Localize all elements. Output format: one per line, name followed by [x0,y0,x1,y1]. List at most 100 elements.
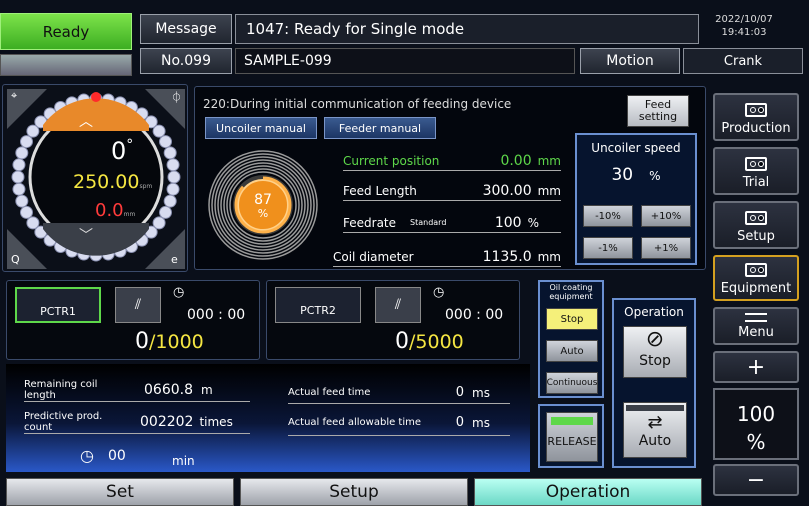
uncoiler-speed-panel: Uncoiler speed 30% -10% +10% -1% +1% [575,133,697,265]
actual-feed-time-row: Actual feed time 0 ms [288,382,510,404]
oil-continuous-button[interactable]: Continuous [546,372,598,394]
counter1-name[interactable]: PCTR1 [15,287,101,323]
operation-auto-button[interactable]: ⇄ Auto [623,402,687,458]
datetime: 2022/10/07 19:41:03 [679,13,809,43]
speed-plus-button[interactable]: + [713,351,799,383]
crank-marker [91,92,101,102]
q-icon[interactable]: Q [11,253,20,266]
timer-value: 00 [108,448,126,464]
counter2-reset-icon[interactable]: ⫽ [375,287,421,323]
release-button[interactable]: RELEASE [546,412,598,462]
oil-stop-button[interactable]: Stop [546,308,598,330]
uncoiler-manual-button[interactable]: Uncoiler manual [205,117,317,139]
oil-coating-title: Oil coating equipment [549,283,593,301]
speed-override-value: 100 [736,402,776,426]
production-icon [745,103,767,117]
feeder-info: 220:During initial communication of feed… [203,97,512,111]
dial-bead [20,135,34,149]
production-info-panel: Remaining coil length 0660.8 m Predictiv… [6,364,530,472]
counter1-time: 000 : 00 [187,307,246,323]
menu-button[interactable]: Menu [713,307,799,345]
program-number[interactable]: No.099 [140,48,232,74]
mode-equipment-button[interactable]: Equipment [713,255,799,301]
speed-minus-10-button[interactable]: -10% [583,205,633,227]
message-label: Message [140,14,232,44]
trial-icon [745,157,767,171]
coil-percent: 87% [254,192,272,220]
speed-override: 100 % [713,388,799,460]
dial-value: 0.0mm [95,200,136,221]
operation-panel: Operation ⊘ Stop ⇄ Auto [612,298,696,468]
motion-label: Motion [580,48,680,74]
release-lamp [551,417,593,425]
chevron-up-icon: ︿ [79,114,93,130]
coil-diameter-row[interactable]: Coil diameter 1135.0 mm [333,247,561,267]
feeder-panel: 220:During initial communication of feed… [194,86,706,270]
current-position-row: Current position 0.00 mm [343,151,561,171]
counter1-count: 0/1000 [135,329,204,354]
dial-bead [166,158,180,172]
chevron-down-icon: ﹀ [79,228,93,244]
equipment-icon [745,263,767,277]
dial-bead [12,158,26,172]
time: 19:41:03 [721,27,767,38]
dial-bead [15,146,29,160]
oil-auto-button[interactable]: Auto [546,340,598,362]
dial-bead [163,146,177,160]
dial-bead [163,194,177,208]
counter2-name[interactable]: PCTR2 [275,287,361,323]
mode-trial-button[interactable]: Trial [713,147,799,195]
speed-plus-1-button[interactable]: +1% [641,237,691,259]
crank-dial-panel: ︿ ﹀ 0° 250.00spm 0.0mm ⌖ ⏀ Q e [2,84,188,272]
dial-bead [26,216,40,230]
mode-setup-button[interactable]: Setup [713,201,799,249]
menu-icon [745,313,767,322]
date: 2022/10/07 [715,14,773,25]
tab-operation[interactable]: Operation [474,478,702,506]
crank-angle: 0° [111,137,134,165]
counter2-time: 000 : 00 [445,307,504,323]
remaining-coil-row: Remaining coil length 0660.8 m [24,378,250,402]
dial-bead [167,170,181,184]
feed-setting-button[interactable]: Feed setting [627,95,689,127]
dial-bead [158,205,172,219]
counter2-count: 0/5000 [395,329,464,354]
auto-lamp [626,405,684,411]
clock-icon: ◷ [173,285,185,300]
operation-stop-label: Stop [639,353,671,369]
speed-minus-button[interactable]: − [713,464,799,496]
speed-plus-10-button[interactable]: +10% [641,205,691,227]
message-text: 1047: Ready for Single mode [235,14,699,44]
dial-bead [11,170,25,184]
uncoiler-speed-value: 30% [611,165,661,185]
program-name: SAMPLE-099 [235,48,575,74]
tab-set[interactable]: Set [6,478,234,506]
status-indicator: Ready [0,13,132,50]
setup-icon [745,211,767,225]
dial-bead [158,135,172,149]
dial-bead [12,182,26,196]
uncoiler-speed-title: Uncoiler speed [591,141,681,155]
predictive-count-row: Predictive prod. count 002202 times [24,410,250,434]
dial-bead [15,194,29,208]
dial-bead [152,124,166,138]
operation-stop-button[interactable]: ⊘ Stop [623,326,687,378]
tab-setup[interactable]: Setup [240,478,468,506]
feeder-manual-button[interactable]: Feeder manual [324,117,436,139]
motion-value: Crank [683,48,803,74]
release-panel: RELEASE [538,404,604,468]
cycle-icon: ⇄ [647,412,663,433]
speed-override-unit: % [746,430,766,454]
mode-production-button[interactable]: Production [713,93,799,141]
crosshair-icon[interactable]: ⌖ [11,89,17,103]
timer-unit: min [172,454,195,468]
clock-icon: ◷ [433,285,445,300]
feed-length-row[interactable]: Feed Length 300.00 mm [343,181,561,201]
speed-minus-1-button[interactable]: -1% [583,237,633,259]
stop-icon: ⊘ [645,327,665,352]
e-icon[interactable]: e [171,253,178,266]
phase-icon[interactable]: ⏀ [171,89,182,105]
counter2-panel: PCTR2 ⫽ ◷ 000 : 00 0/5000 [266,280,520,360]
counter1-reset-icon[interactable]: ⫽ [115,287,161,323]
feedrate-row[interactable]: Feedrate Standard 100 % [343,213,561,233]
